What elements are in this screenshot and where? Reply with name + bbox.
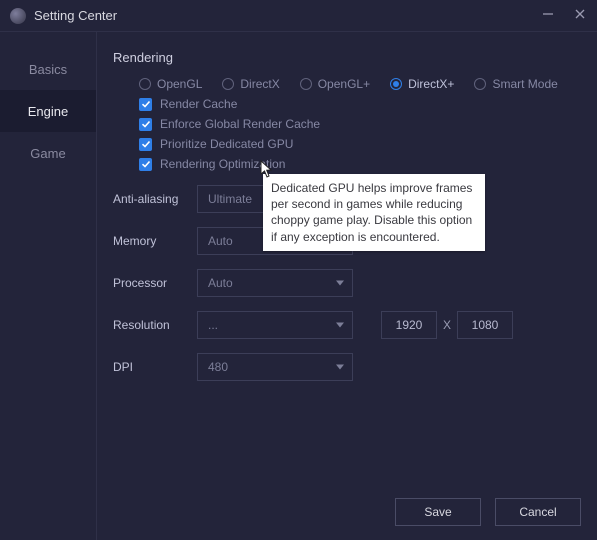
window-controls <box>541 8 587 23</box>
select-dpi[interactable]: 480 <box>197 353 353 381</box>
cancel-button[interactable]: Cancel <box>495 498 581 526</box>
resolution-width-input[interactable]: 1920 <box>381 311 437 339</box>
radio-opengl[interactable]: OpenGL <box>139 77 202 91</box>
resolution-height-input[interactable]: 1080 <box>457 311 513 339</box>
footer-buttons: Save Cancel <box>395 498 581 526</box>
checkbox-icon <box>139 118 152 131</box>
chevron-down-icon <box>336 281 344 286</box>
tooltip-dedicated-gpu: Dedicated GPU helps improve frames per s… <box>263 174 485 251</box>
window-title: Setting Center <box>34 8 117 23</box>
label-memory: Memory <box>113 234 197 248</box>
radio-directx-plus[interactable]: DirectX+ <box>390 77 454 91</box>
section-title-rendering: Rendering <box>97 50 597 69</box>
checkbox-icon <box>139 158 152 171</box>
sidebar-item-engine[interactable]: Engine <box>0 90 96 132</box>
resolution-x-label: X <box>443 318 451 332</box>
select-processor[interactable]: Auto <box>197 269 353 297</box>
sidebar-item-basics[interactable]: Basics <box>0 48 96 90</box>
app-logo-icon <box>10 8 26 24</box>
check-render-cache[interactable]: Render Cache <box>97 97 597 111</box>
checkbox-icon <box>139 98 152 111</box>
cursor-icon <box>260 160 274 178</box>
titlebar: Setting Center <box>0 0 597 32</box>
select-resolution[interactable]: ... <box>197 311 353 339</box>
check-enforce-global[interactable]: Enforce Global Render Cache <box>97 117 597 131</box>
radio-directx[interactable]: DirectX <box>222 77 279 91</box>
main-panel: Rendering OpenGL DirectX OpenGL+ DirectX… <box>97 32 597 540</box>
sidebar-item-game[interactable]: Game <box>0 132 96 174</box>
sidebar: Basics Engine Game <box>0 32 97 540</box>
chevron-down-icon <box>336 323 344 328</box>
save-button[interactable]: Save <box>395 498 481 526</box>
check-rendering-optimization[interactable]: Rendering Optimization <box>97 157 597 171</box>
checkbox-icon <box>139 138 152 151</box>
render-mode-group: OpenGL DirectX OpenGL+ DirectX+ Smart Mo… <box>97 77 597 91</box>
label-anti-aliasing: Anti-aliasing <box>113 192 197 206</box>
label-processor: Processor <box>113 276 197 290</box>
radio-smart-mode[interactable]: Smart Mode <box>474 77 557 91</box>
close-button[interactable] <box>573 8 587 23</box>
minimize-button[interactable] <box>541 8 555 23</box>
label-resolution: Resolution <box>113 318 197 332</box>
check-prioritize-gpu[interactable]: Prioritize Dedicated GPU <box>97 137 597 151</box>
chevron-down-icon <box>336 365 344 370</box>
label-dpi: DPI <box>113 360 197 374</box>
radio-opengl-plus[interactable]: OpenGL+ <box>300 77 370 91</box>
